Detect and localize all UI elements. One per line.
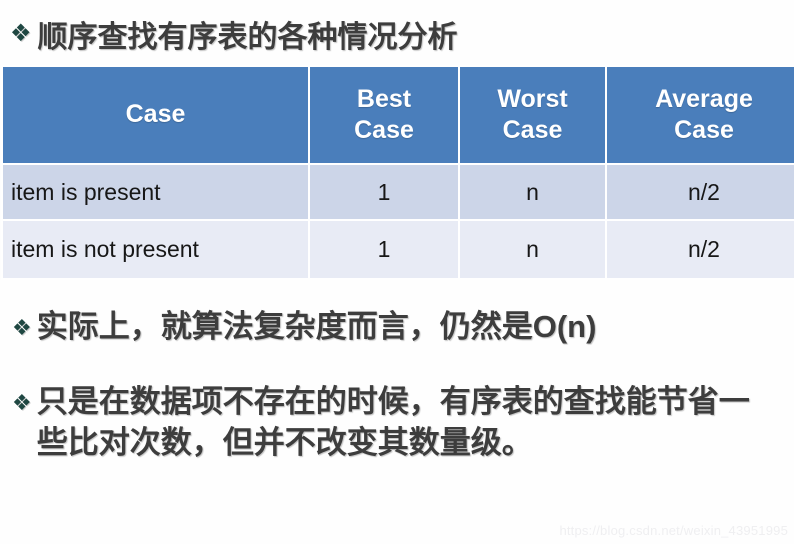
cell-best-case: 1 [308, 163, 460, 221]
cell-case-label: item is present [1, 163, 310, 221]
column-header-average-case-line2: Case [674, 116, 734, 144]
complexity-table: Case Best Case Worst Case Average Case i… [1, 65, 794, 280]
diamond-bullet-icon: ❖ [12, 315, 32, 340]
cell-case-label: item is not present [1, 219, 310, 280]
slide: ❖ 顺序查找有序表的各种情况分析 Case Best Case Worst Ca… [0, 0, 794, 544]
table-header-row: Case Best Case Worst Case Average Case [1, 65, 794, 165]
column-header-average-case-line1: Average [655, 84, 753, 113]
column-header-worst-case-line1: Worst [497, 84, 568, 113]
column-header-average-case: Average Case [605, 65, 794, 165]
column-header-best-case: Best Case [308, 65, 460, 165]
cell-best-case: 1 [308, 219, 460, 280]
column-header-best-case-line2: Case [354, 116, 414, 144]
cell-worst-case: n [458, 163, 607, 221]
table-row: item is present 1 n n/2 [1, 163, 794, 221]
bullet-item-2-text: 只是在数据项不存在的时候，有序表的查找能节省一些比对次数，但并不改变其数量级。 [36, 384, 750, 460]
column-header-best-case-line1: Best [356, 84, 412, 113]
bullet-item-1: ❖ 实际上，就算法复杂度而言，仍然是O(n) [12, 307, 787, 348]
cell-worst-case: n [458, 219, 607, 280]
csdn-watermark: https://blog.csdn.net/weixin_43951995 [559, 523, 788, 538]
column-header-worst-case-line2: Case [502, 116, 563, 144]
cell-average-case: n/2 [605, 219, 794, 280]
column-header-worst-case: Worst Case [458, 65, 607, 165]
column-header-case: Case [1, 65, 310, 165]
table-header: Case Best Case Worst Case Average Case [1, 65, 794, 165]
diamond-bullet-icon: ❖ [10, 20, 32, 47]
page-title: 顺序查找有序表的各种情况分析 [37, 21, 458, 54]
cell-average-case: n/2 [605, 163, 794, 221]
diamond-bullet-icon: ❖ [12, 390, 32, 415]
table-body: item is present 1 n n/2 item is not pres… [1, 163, 794, 280]
slide-title: ❖ 顺序查找有序表的各种情况分析 [10, 10, 780, 58]
table-row: item is not present 1 n n/2 [1, 219, 794, 280]
bullet-item-2: ❖ 只是在数据项不存在的时候，有序表的查找能节省一些比对次数，但并不改变其数量级… [12, 382, 787, 464]
bullet-item-1-text: 实际上，就算法复杂度而言，仍然是O(n) [36, 309, 597, 344]
